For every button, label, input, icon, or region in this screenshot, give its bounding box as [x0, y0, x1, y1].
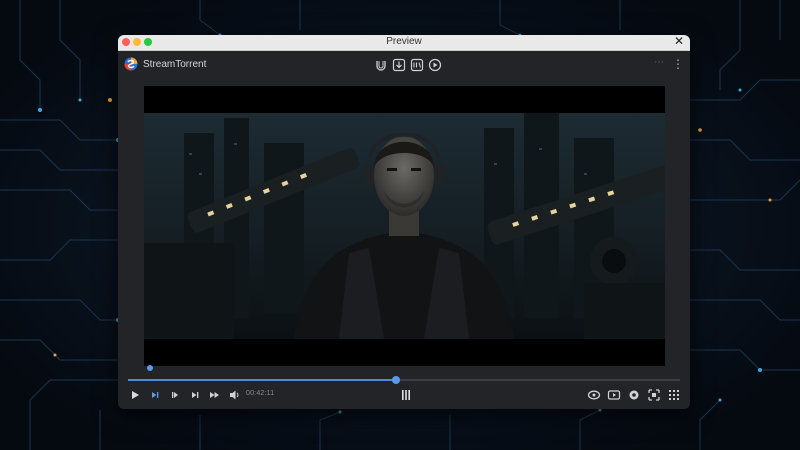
time-display: 00:42:11 [246, 390, 275, 397]
magnet-link-icon[interactable] [374, 58, 388, 72]
subtitles-icon[interactable] [607, 388, 621, 402]
preview-window: Preview ✕ StreamTorrent ⋯ ⋮ 00:42:11 [118, 35, 690, 409]
equalizer-icon[interactable] [399, 388, 413, 402]
window-title: Preview [386, 36, 422, 47]
play-icon[interactable] [128, 388, 142, 402]
player-controls: 00:42:11 [118, 385, 690, 405]
library-icon[interactable] [410, 58, 424, 72]
seek-bar[interactable] [128, 376, 680, 384]
more-options-icon[interactable]: ⋮ [672, 57, 684, 71]
download-icon[interactable] [392, 58, 406, 72]
seek-progress [128, 379, 396, 381]
settings-icon[interactable] [627, 388, 641, 402]
picture-in-picture-icon[interactable] [647, 388, 661, 402]
app-name: StreamTorrent [143, 59, 207, 70]
app-logo-icon [124, 57, 138, 71]
header-divider: ⋯ [654, 57, 664, 68]
video-viewport[interactable] [144, 86, 665, 366]
loop-icon[interactable] [587, 388, 601, 402]
next-chapter-icon[interactable] [148, 388, 162, 402]
title-bar: Preview ✕ [118, 35, 690, 51]
fast-forward-icon[interactable] [208, 388, 222, 402]
chapter-marker[interactable] [147, 365, 153, 371]
app-header: StreamTorrent ⋯ ⋮ [118, 51, 690, 79]
skip-next-icon[interactable] [188, 388, 202, 402]
seek-handle[interactable] [391, 376, 400, 384]
close-icon[interactable]: ✕ [674, 35, 684, 48]
grid-menu-icon[interactable] [667, 388, 681, 402]
prev-icon[interactable] [168, 388, 182, 402]
volume-icon[interactable] [228, 388, 242, 402]
play-circle-icon[interactable] [428, 58, 442, 72]
video-frame [144, 113, 665, 339]
